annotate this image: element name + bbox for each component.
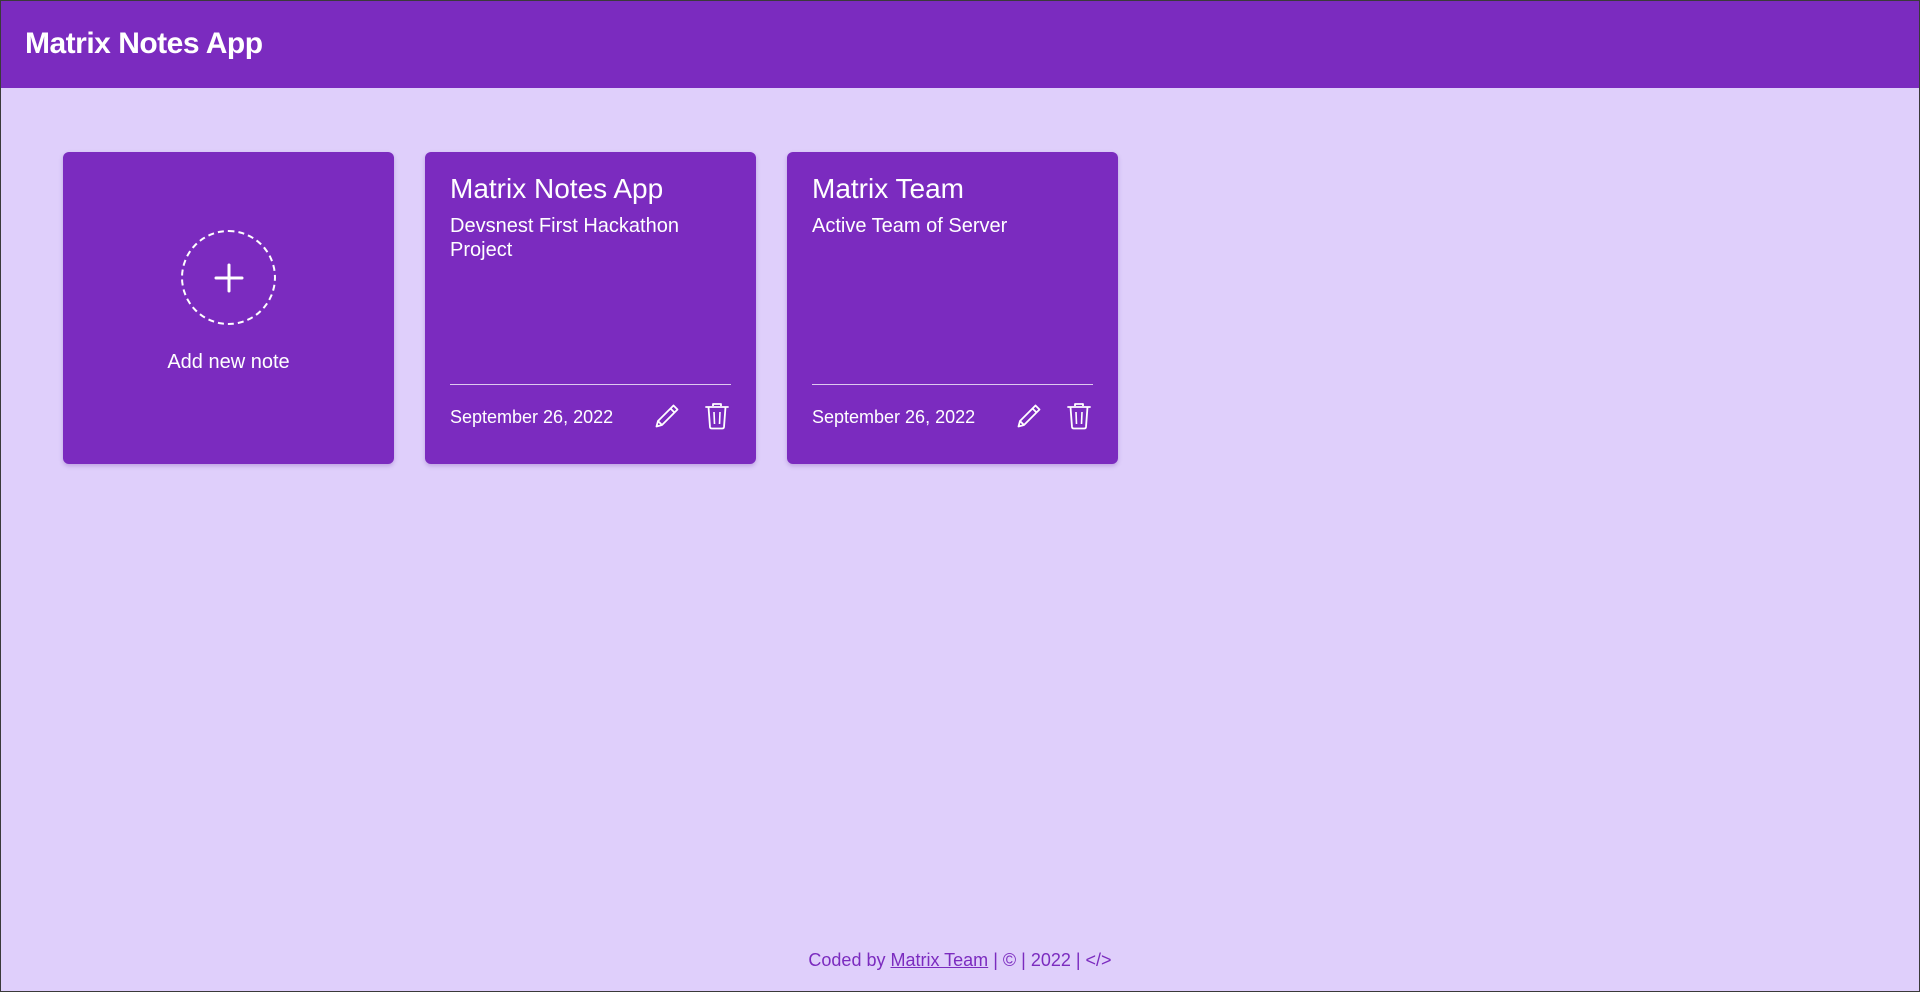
trash-icon — [705, 403, 729, 430]
add-note-circle[interactable] — [181, 230, 276, 325]
window-frame — [0, 0, 1920, 992]
note-card: Matrix Team Active Team of Server Septem… — [787, 152, 1118, 464]
add-note-card[interactable]: Add new note — [63, 152, 394, 464]
note-footer: September 26, 2022 — [450, 384, 731, 443]
note-date: September 26, 2022 — [450, 406, 614, 427]
plus-icon — [214, 263, 243, 292]
note-title: Matrix Team — [812, 173, 964, 204]
delete-note-button[interactable] — [703, 402, 731, 430]
pencil-icon — [655, 404, 679, 428]
note-body: Devsnest First Hackathon Project — [450, 215, 679, 261]
note-body: Active Team of Server — [812, 215, 1008, 237]
notes-grid: Add new note Matrix Notes App Devsnest F… — [63, 152, 1118, 464]
note-card: Matrix Notes App Devsnest First Hackatho… — [425, 152, 756, 464]
edit-note-button[interactable] — [1015, 402, 1043, 430]
trash-icon — [1067, 403, 1091, 430]
delete-note-button[interactable] — [1065, 402, 1093, 430]
app-title: Matrix Notes App — [25, 27, 263, 60]
footer-team-link[interactable]: Matrix Team — [890, 950, 988, 970]
note-footer: September 26, 2022 — [812, 384, 1093, 443]
app-header: Matrix Notes App — [0, 0, 1920, 88]
note-title: Matrix Notes App — [450, 173, 664, 204]
footer-credit: Coded by Matrix Team | © | 2022 | </> — [0, 950, 1920, 971]
footer-suffix: | © | 2022 | </> — [993, 950, 1112, 970]
add-note-label: Add new note — [167, 351, 290, 373]
footer-prefix: Coded by — [808, 950, 886, 970]
pencil-icon — [1017, 404, 1041, 428]
edit-note-button[interactable] — [653, 402, 681, 430]
note-date: September 26, 2022 — [812, 406, 976, 427]
